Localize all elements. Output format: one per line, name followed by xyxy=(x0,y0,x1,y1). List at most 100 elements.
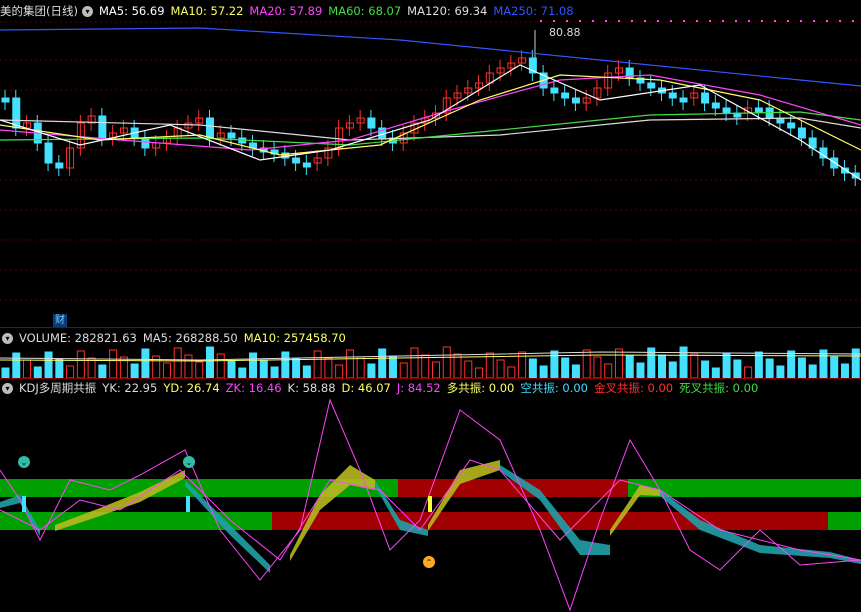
volume-bar xyxy=(679,346,688,379)
volume-bar xyxy=(765,358,774,379)
volume-bar xyxy=(335,364,344,379)
candle-body xyxy=(647,82,656,89)
candle-body xyxy=(797,127,806,139)
volume-bar xyxy=(44,351,53,379)
marker-dot xyxy=(800,20,802,22)
finance-badge[interactable]: 财 xyxy=(53,314,67,327)
volume-bar xyxy=(410,347,419,379)
resonance-band xyxy=(828,512,861,530)
down-signal-icon-glyph: ⌄ xyxy=(21,458,28,467)
marker-dot xyxy=(826,20,828,22)
volume-bar xyxy=(496,359,505,379)
price-chart[interactable]: 80.88 xyxy=(0,0,861,328)
volume-bar xyxy=(808,364,817,379)
volume-bar xyxy=(205,346,214,379)
volume-bar xyxy=(797,357,806,379)
marker-dot xyxy=(748,20,750,22)
candle-body xyxy=(722,107,731,114)
down-signal-icon-glyph: ⌄ xyxy=(186,458,193,467)
volume-bar xyxy=(55,358,64,379)
marker-dot xyxy=(852,20,854,22)
volume-bar xyxy=(12,352,21,379)
volume-bar xyxy=(744,366,753,379)
volume-bar xyxy=(421,354,430,379)
marker-dot xyxy=(813,20,815,22)
volume-bar xyxy=(840,363,849,379)
marker-dot xyxy=(670,20,672,22)
marker-dot xyxy=(839,20,841,22)
marker-dot xyxy=(722,20,724,22)
marker-dot xyxy=(592,20,594,22)
marker-dot xyxy=(605,20,607,22)
signal-bar xyxy=(186,496,190,512)
volume-bar xyxy=(625,355,634,379)
volume-bar xyxy=(281,351,290,379)
volume-chart[interactable] xyxy=(0,330,861,380)
volume-bar xyxy=(292,358,301,379)
volume-bar xyxy=(249,352,258,379)
volume-bar xyxy=(614,348,623,379)
volume-bar xyxy=(475,367,484,379)
volume-bar xyxy=(507,366,516,379)
volume-bar xyxy=(787,350,796,379)
candle-body xyxy=(292,157,301,164)
volume-bar xyxy=(238,367,247,379)
candle-body xyxy=(754,107,763,113)
volume-bar xyxy=(593,356,602,379)
volume-bar xyxy=(604,363,613,379)
volume-bar xyxy=(550,350,559,379)
volume-bar xyxy=(302,365,311,379)
volume-bar xyxy=(345,349,354,379)
signal-bar xyxy=(22,496,26,512)
marker-dot xyxy=(540,20,542,22)
volume-bar xyxy=(442,346,451,379)
volume-bar xyxy=(432,361,440,379)
candle-body xyxy=(44,142,53,164)
candle-body xyxy=(711,102,720,109)
candle-body xyxy=(205,117,214,139)
candle-body xyxy=(12,97,21,129)
marker-dot xyxy=(631,20,633,22)
volume-bar xyxy=(270,366,279,379)
volume-bar xyxy=(658,354,667,379)
separator xyxy=(0,327,861,328)
volume-bar xyxy=(711,367,720,379)
volume-bar xyxy=(528,358,537,379)
marker-dot xyxy=(683,20,685,22)
candle-body xyxy=(561,92,570,99)
marker-dot xyxy=(735,20,737,22)
candle-body xyxy=(679,97,688,103)
marker-dot xyxy=(657,20,659,22)
volume-bar xyxy=(162,362,171,379)
marker-dot xyxy=(553,20,555,22)
candle-body xyxy=(367,117,376,129)
volume-bar xyxy=(722,352,731,379)
marker-dot xyxy=(787,20,789,22)
volume-bar xyxy=(539,365,548,379)
volume-bar xyxy=(388,355,397,379)
candle-body xyxy=(571,97,580,104)
volume-bar xyxy=(184,354,193,379)
volume-bar xyxy=(464,360,473,379)
volume-bar xyxy=(141,348,150,379)
marker-dot xyxy=(566,20,568,22)
volume-bar xyxy=(378,348,387,379)
up-signal-icon-glyph: ⌃ xyxy=(426,558,433,567)
marker-dot xyxy=(644,20,646,22)
volume-bar xyxy=(23,359,32,379)
ma60-line xyxy=(0,111,861,146)
volume-bar xyxy=(173,347,182,379)
candle-body xyxy=(302,162,311,168)
candle-body xyxy=(668,92,677,99)
volume-bar xyxy=(1,367,10,379)
marker-dot xyxy=(618,20,620,22)
candle-body xyxy=(507,62,516,69)
volume-bar xyxy=(367,363,376,379)
marker-dot xyxy=(579,20,581,22)
kdj-chart[interactable]: ⌄ ⌄ ⌃ xyxy=(0,380,861,612)
ma250-line xyxy=(0,27,861,87)
volume-bar xyxy=(399,362,408,379)
signal-bar xyxy=(428,496,432,512)
candle-body xyxy=(701,92,710,104)
volume-bar xyxy=(216,353,225,379)
